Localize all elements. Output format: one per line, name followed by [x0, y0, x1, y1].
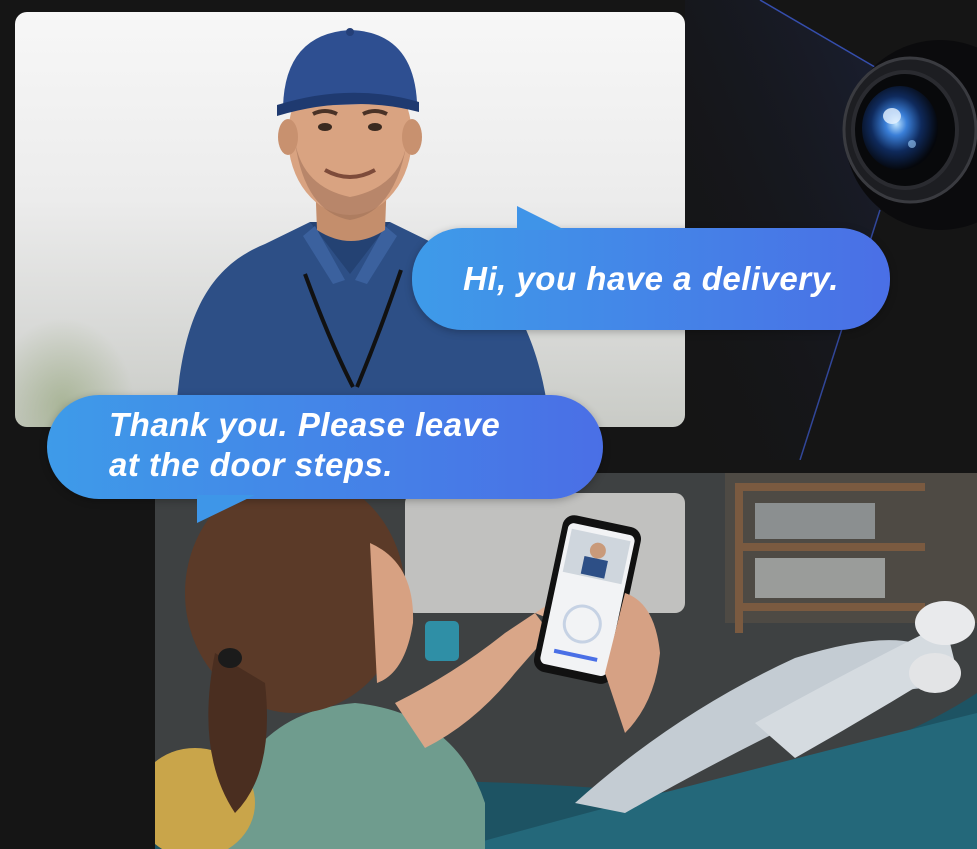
security-camera-icon [840, 40, 977, 240]
woman-on-sofa-illustration [155, 473, 977, 849]
incoming-message-bubble: Hi, you have a delivery. [412, 206, 890, 330]
delivery-person-photo [15, 12, 685, 427]
incoming-message-text: Hi, you have a delivery. [463, 260, 839, 297]
reply-message-bubble: Thank you. Please leave at the door step… [47, 395, 603, 523]
bubble-tail [517, 206, 565, 230]
woman-with-phone-photo [155, 473, 977, 849]
bubble-tail [197, 495, 255, 523]
reply-message-text: Thank you. Please leave at the door step… [109, 406, 501, 483]
